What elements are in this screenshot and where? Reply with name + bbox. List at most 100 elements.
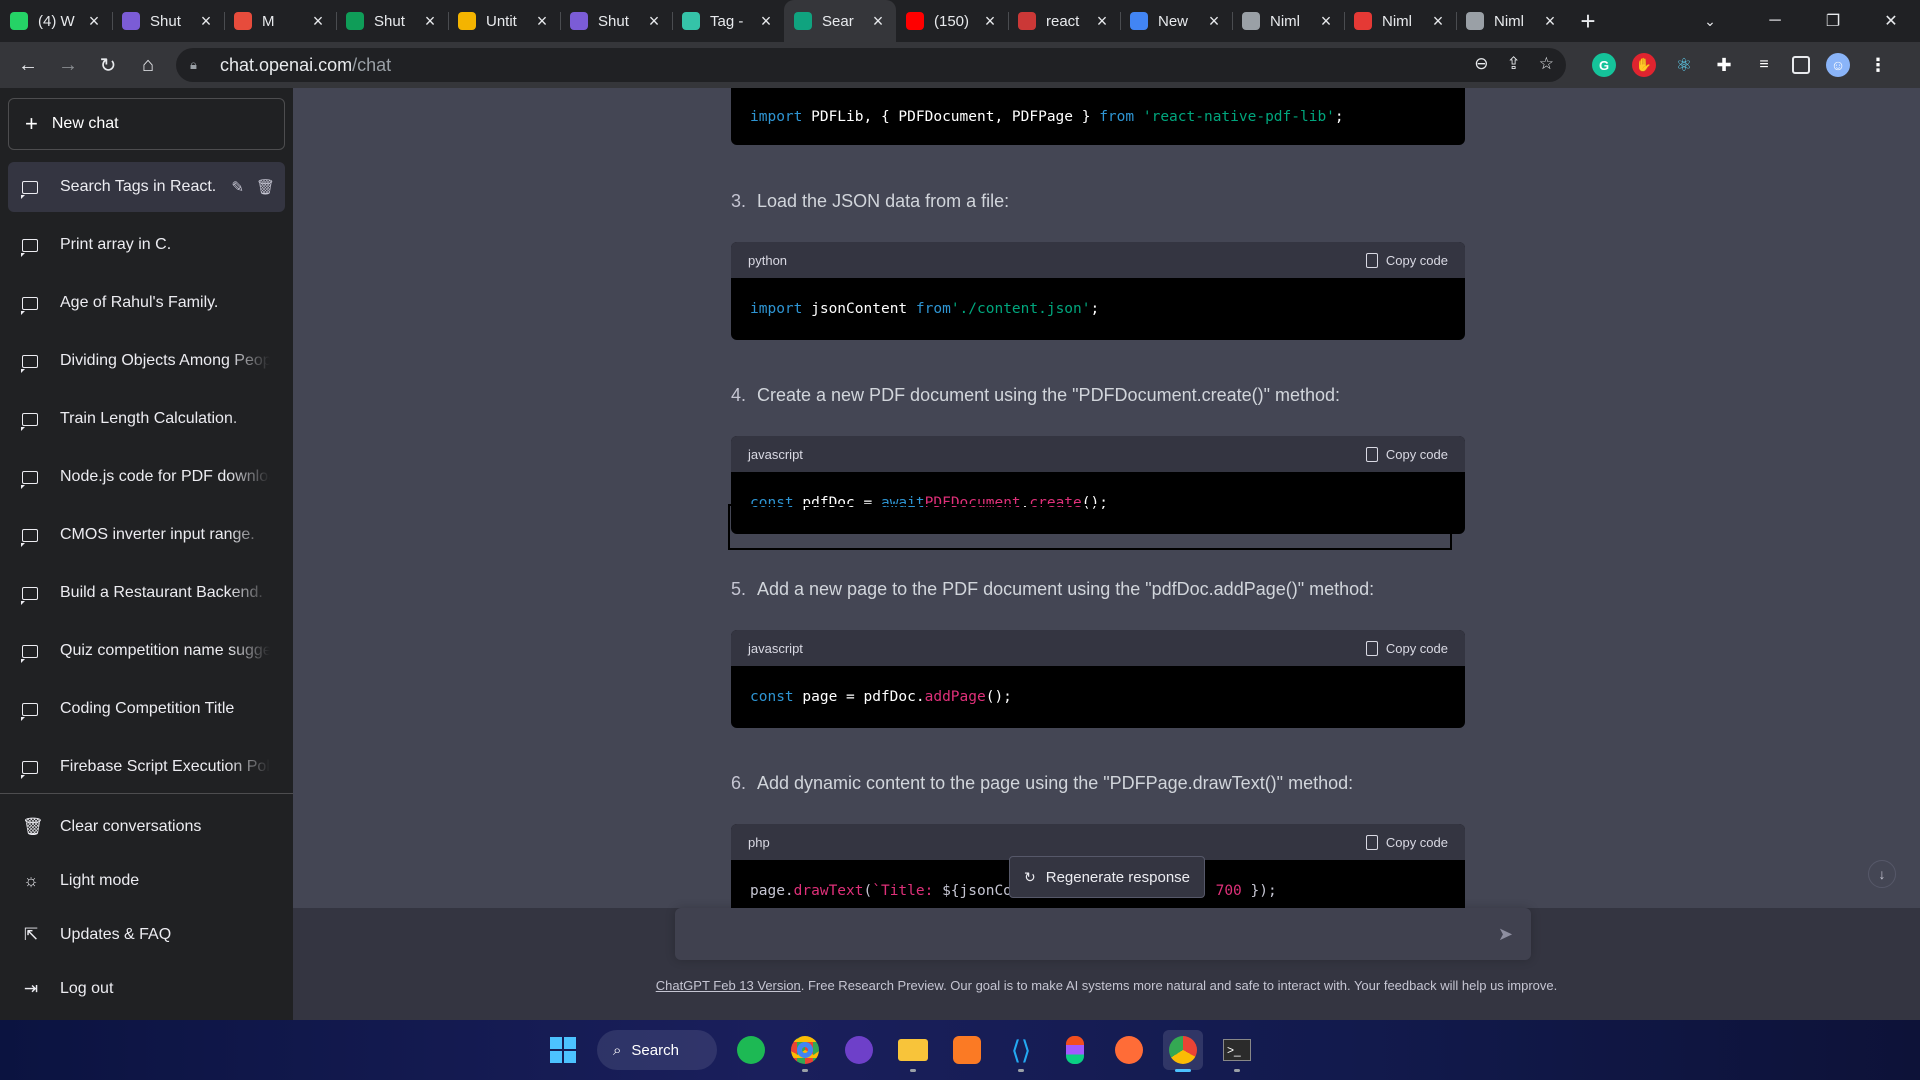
browser-tab[interactable]: Niml × [1232, 0, 1344, 42]
code-header: javascript Copy code [731, 630, 1465, 666]
browser-tab[interactable]: Tag - × [672, 0, 784, 42]
browser-tab[interactable]: Niml × [1456, 0, 1568, 42]
side-panel-icon[interactable] [1792, 56, 1810, 74]
copy-code-button[interactable]: Copy code [1365, 446, 1448, 462]
menu-kebab-icon[interactable]: ⋮ [1866, 53, 1890, 77]
copy-code-label: Copy code [1385, 446, 1448, 462]
browser-tab[interactable]: Sear × [784, 0, 896, 42]
sidebar-conversation-item[interactable]: Print array in C. [8, 220, 285, 270]
sidebar-conversation-item[interactable]: Age of Rahul's Family. [8, 278, 285, 328]
close-tab-icon[interactable]: × [86, 11, 102, 32]
sidebar-conversation-item[interactable]: Coding Competition Title [8, 684, 285, 734]
sidebar-conversation-item[interactable]: Firebase Script Execution Policy [8, 742, 285, 792]
updates-faq-link[interactable]: ⇱ Updates & FAQ [8, 908, 285, 962]
browser-tab[interactable]: Shut × [560, 0, 672, 42]
share-icon[interactable]: ⇪ [1507, 54, 1521, 74]
step-5: 5. Add a new page to the PDF document us… [731, 570, 1465, 608]
tab-title: Niml [1270, 12, 1300, 30]
file-explorer-icon[interactable] [893, 1030, 933, 1072]
close-tab-icon[interactable]: × [422, 11, 438, 32]
browser-tab[interactable]: Niml × [1344, 0, 1456, 42]
figma-icon[interactable] [1055, 1030, 1095, 1070]
send-icon[interactable]: ➤ [1498, 924, 1513, 945]
new-tab-button[interactable]: + [1568, 0, 1608, 42]
step-4: 4. Create a new PDF document using the "… [731, 376, 1465, 414]
tab-title: Tag - [710, 12, 744, 30]
browser-tab[interactable]: (4) W × [0, 0, 112, 42]
close-tab-icon[interactable]: × [198, 11, 214, 32]
chrome-profile-icon[interactable] [1163, 1030, 1203, 1072]
sidebar-conversation-item[interactable]: Quiz competition name suggestions [8, 626, 285, 676]
close-tab-icon[interactable]: × [1094, 11, 1110, 32]
chat-bubble-icon [21, 354, 38, 373]
close-tab-icon[interactable]: × [1318, 11, 1334, 32]
close-tab-icon[interactable]: × [1430, 11, 1446, 32]
reload-icon[interactable]: ↻ [88, 45, 128, 85]
xampp-icon[interactable] [947, 1030, 987, 1070]
delete-trash-icon[interactable]: 🗑︎ [256, 178, 275, 196]
browser-tab[interactable]: Shut × [112, 0, 224, 42]
forward-arrow-icon[interactable]: → [48, 45, 88, 85]
browser-tab[interactable]: M × [224, 0, 336, 42]
disclaimer: ChatGPT Feb 13 Version. Free Research Pr… [293, 978, 1920, 993]
log-out-button[interactable]: ⇥ Log out [8, 962, 285, 1016]
regenerate-response-button[interactable]: ↻ Regenerate response [1009, 856, 1205, 898]
edit-pencil-icon[interactable]: ✎ [231, 178, 244, 196]
browser-toolbar: ← → ↻ ⌂ 🔒︎ chat.openai.com/chat ⊖ ⇪ ☆ G … [0, 42, 1920, 88]
address-bar[interactable]: 🔒︎ chat.openai.com/chat ⊖ ⇪ ☆ [176, 48, 1566, 82]
browser-tab[interactable]: react × [1008, 0, 1120, 42]
chrome-icon[interactable] [785, 1030, 825, 1072]
version-link[interactable]: ChatGPT Feb 13 Version [656, 978, 801, 993]
close-tab-icon[interactable]: × [646, 11, 662, 32]
profile-avatar[interactable]: ☺ [1826, 53, 1850, 77]
windows-start-icon[interactable] [543, 1030, 583, 1070]
terminal-icon[interactable]: >_ [1217, 1030, 1257, 1072]
browser-tab[interactable]: (150) × [896, 0, 1008, 42]
minimize-button[interactable]: ─ [1746, 0, 1804, 42]
sidebar-conversation-item[interactable]: Build a Restaurant Backend. [8, 568, 285, 618]
close-tab-icon[interactable]: × [870, 11, 886, 32]
step-3: 3. Load the JSON data from a file: [731, 182, 1465, 220]
react-devtools-icon[interactable]: ⚛ [1672, 53, 1696, 77]
scroll-down-arrow-icon[interactable]: ↓ [1868, 860, 1896, 888]
zoom-icon[interactable]: ⊖ [1474, 54, 1488, 74]
puzzle-extensions-icon[interactable]: ✚ [1712, 53, 1736, 77]
stop-extension-icon[interactable]: ✋ [1632, 53, 1656, 77]
media-queue-icon[interactable]: ≡ [1752, 53, 1776, 77]
tab-search-chevron-icon[interactable]: ⌄ [1690, 0, 1730, 42]
home-icon[interactable]: ⌂ [128, 45, 168, 85]
sidebar-conversation-item[interactable]: Search Tags in React. ✎ 🗑︎ [8, 162, 285, 212]
close-tab-icon[interactable]: × [534, 11, 550, 32]
sidebar-conversation-item[interactable]: Node.js code for PDF download [8, 452, 285, 502]
close-window-button[interactable]: ✕ [1862, 0, 1920, 42]
close-tab-icon[interactable]: × [758, 11, 774, 32]
light-mode-button[interactable]: ☼ Light mode [8, 854, 285, 908]
spotify-icon[interactable] [731, 1030, 771, 1070]
close-tab-icon[interactable]: × [1542, 11, 1558, 32]
step-text: Load the JSON data from a file: [757, 190, 1010, 211]
sidebar-conversation-item[interactable]: CMOS inverter input range. [8, 510, 285, 560]
sidebar-conversation-item[interactable]: Train Length Calculation. [8, 394, 285, 444]
browser-tab[interactable]: Untit × [448, 0, 560, 42]
back-arrow-icon[interactable]: ← [8, 45, 48, 85]
bookmark-star-icon[interactable]: ☆ [1539, 54, 1554, 74]
vscode-icon[interactable]: ⟨⟩ [1001, 1030, 1041, 1072]
postman-icon[interactable] [1109, 1030, 1149, 1070]
close-tab-icon[interactable]: × [982, 11, 998, 32]
taskbar-search[interactable]: ⌕ Search [597, 1030, 717, 1070]
message-input[interactable]: ➤ [675, 908, 1531, 960]
copy-code-button[interactable]: Copy code [1365, 640, 1448, 656]
copy-code-button[interactable]: Copy code [1365, 834, 1448, 850]
copy-code-button[interactable]: Copy code [1365, 252, 1448, 268]
browser-tab[interactable]: Shut × [336, 0, 448, 42]
github-icon[interactable] [839, 1030, 879, 1070]
restore-button[interactable]: ❐ [1804, 0, 1862, 42]
new-chat-button[interactable]: + New chat [8, 98, 285, 150]
sidebar-conversation-item[interactable]: Dividing Objects Among People [8, 336, 285, 386]
grammarly-icon[interactable]: G [1592, 53, 1616, 77]
close-tab-icon[interactable]: × [1206, 11, 1222, 32]
clear-conversations-button[interactable]: 🗑︎ Clear conversations [8, 800, 285, 854]
close-tab-icon[interactable]: × [310, 11, 326, 32]
tab-title: Untit [486, 12, 517, 30]
browser-tab[interactable]: New × [1120, 0, 1232, 42]
